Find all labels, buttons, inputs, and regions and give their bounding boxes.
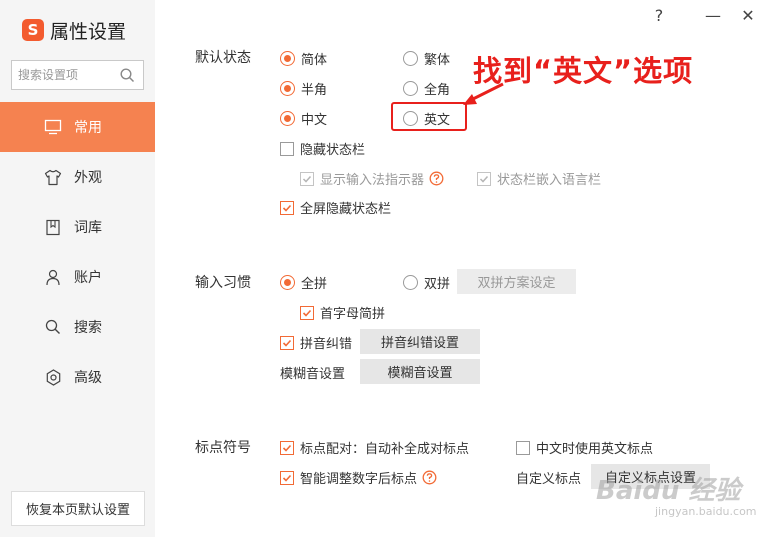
checkbox-label: 智能调整数字后标点 [300,472,418,487]
checkbox-label: 状态栏嵌入语言栏 [497,173,602,188]
checkbox-label: 全屏隐藏状态栏 [300,202,392,217]
search-icon [44,318,62,336]
section-label-default-state: 默认状态 [195,50,251,66]
checkbox-label: 隐藏状态栏 [300,143,366,158]
dictionary-icon [44,218,62,236]
radio-indicator [280,275,295,290]
radio-label: 繁体 [424,53,451,68]
sidebar-item-advanced[interactable]: 高级 [0,352,155,402]
sidebar-item-label: 账户 [74,270,102,286]
sidebar-item-label: 词库 [74,220,102,236]
annotation-arrow-icon [463,82,504,105]
checkbox-initial-abbreviation[interactable]: 首字母简拼 [300,303,385,322]
checkbox-indicator [280,440,294,455]
radio-traditional[interactable]: 繁体 [403,49,450,68]
sidebar-item-account[interactable]: 账户 [0,252,155,302]
radio-label: 半角 [301,83,328,98]
checkbox-punctuation-pairing[interactable]: 标点配对：自动补全成对标点 [280,438,469,457]
search-icon[interactable] [120,68,135,87]
checkbox-pinyin-correction[interactable]: 拼音纠错 [280,333,352,352]
radio-full-width[interactable]: 全角 [403,79,450,98]
checkbox-indicator [280,141,294,156]
search-box[interactable] [11,60,144,90]
checkbox-embed-language-bar[interactable]: 状态栏嵌入语言栏 [477,169,601,188]
shirt-icon [44,168,62,186]
monitor-icon [44,118,62,136]
user-icon [44,268,62,286]
radio-label: 全角 [424,83,451,98]
radio-indicator [280,51,295,66]
checkbox-smart-punctuation[interactable]: 智能调整数字后标点 [280,468,437,487]
baidu-watermark-url: jingyan.baidu.com [655,505,757,518]
help-icon[interactable]: ? [646,3,672,27]
custom-punctuation-label: 自定义标点 [516,472,582,487]
gear-icon [44,368,62,386]
pinyin-correction-settings-button[interactable]: 拼音纠错设置 [360,329,480,354]
double-pinyin-settings-button[interactable]: 双拼方案设定 [457,269,576,294]
section-label-punctuation: 标点符号 [195,440,251,456]
checkbox-indicator [300,305,314,320]
radio-full-pinyin[interactable]: 全拼 [280,273,327,292]
sidebar: S 属性设置 常用 外观 词库 账户 搜索 [0,0,155,537]
close-button[interactable]: ✕ [735,3,761,27]
checkbox-indicator [516,440,530,455]
sidebar-item-appearance[interactable]: 外观 [0,152,155,202]
section-label-input-habits: 输入习惯 [195,275,251,291]
sogou-logo-icon: S [22,19,44,41]
sidebar-item-label: 外观 [74,170,102,186]
checkbox-indicator [300,171,314,186]
radio-indicator [280,111,295,126]
radio-label: 简体 [301,53,328,68]
checkbox-english-punctuation[interactable]: 中文时使用英文标点 [516,438,653,457]
checkbox-label: 拼音纠错 [300,337,353,352]
radio-indicator [280,81,295,96]
checkbox-indicator [280,200,294,215]
sidebar-item-search[interactable]: 搜索 [0,302,155,352]
radio-indicator [403,81,418,96]
checkbox-indicator [280,470,294,485]
radio-label: 全拼 [301,277,328,292]
sidebar-item-dictionary[interactable]: 词库 [0,202,155,252]
radio-indicator [403,51,418,66]
help-icon[interactable] [429,171,444,186]
help-icon[interactable] [422,470,437,485]
checkbox-hide-status-bar[interactable]: 隐藏状态栏 [280,139,365,158]
fuzzy-sound-label: 模糊音设置 [280,367,346,382]
checkbox-indicator [477,171,491,186]
radio-chinese[interactable]: 中文 [280,109,327,128]
radio-double-pinyin[interactable]: 双拼 [403,273,450,292]
sidebar-item-common[interactable]: 常用 [0,102,155,152]
sidebar-item-label: 搜索 [74,320,102,336]
app-title: S 属性设置 [22,16,126,44]
sidebar-item-label: 常用 [74,120,102,136]
checkbox-fullscreen-hide-status-bar[interactable]: 全屏隐藏状态栏 [280,198,391,217]
minimize-button[interactable]: — [700,3,726,27]
checkbox-label: 标点配对：自动补全成对标点 [300,442,470,457]
sidebar-item-label: 高级 [74,370,102,386]
checkbox-label: 显示输入法指示器 [320,173,425,188]
checkbox-indicator [280,335,294,350]
checkbox-label: 首字母简拼 [320,307,386,322]
baidu-watermark: Baidu 经验 [596,476,741,506]
radio-half-width[interactable]: 半角 [280,79,327,98]
fuzzy-sound-settings-button[interactable]: 模糊音设置 [360,359,480,384]
radio-label: 中文 [301,113,328,128]
radio-indicator [403,275,418,290]
radio-simplified[interactable]: 简体 [280,49,327,68]
search-input[interactable] [18,68,118,82]
checkbox-show-indicator[interactable]: 显示输入法指示器 [300,169,444,188]
app-title-text: 属性设置 [50,20,127,43]
radio-label: 双拼 [424,277,451,292]
checkbox-label: 中文时使用英文标点 [536,442,654,457]
restore-defaults-button[interactable]: 恢复本页默认设置 [11,491,145,526]
